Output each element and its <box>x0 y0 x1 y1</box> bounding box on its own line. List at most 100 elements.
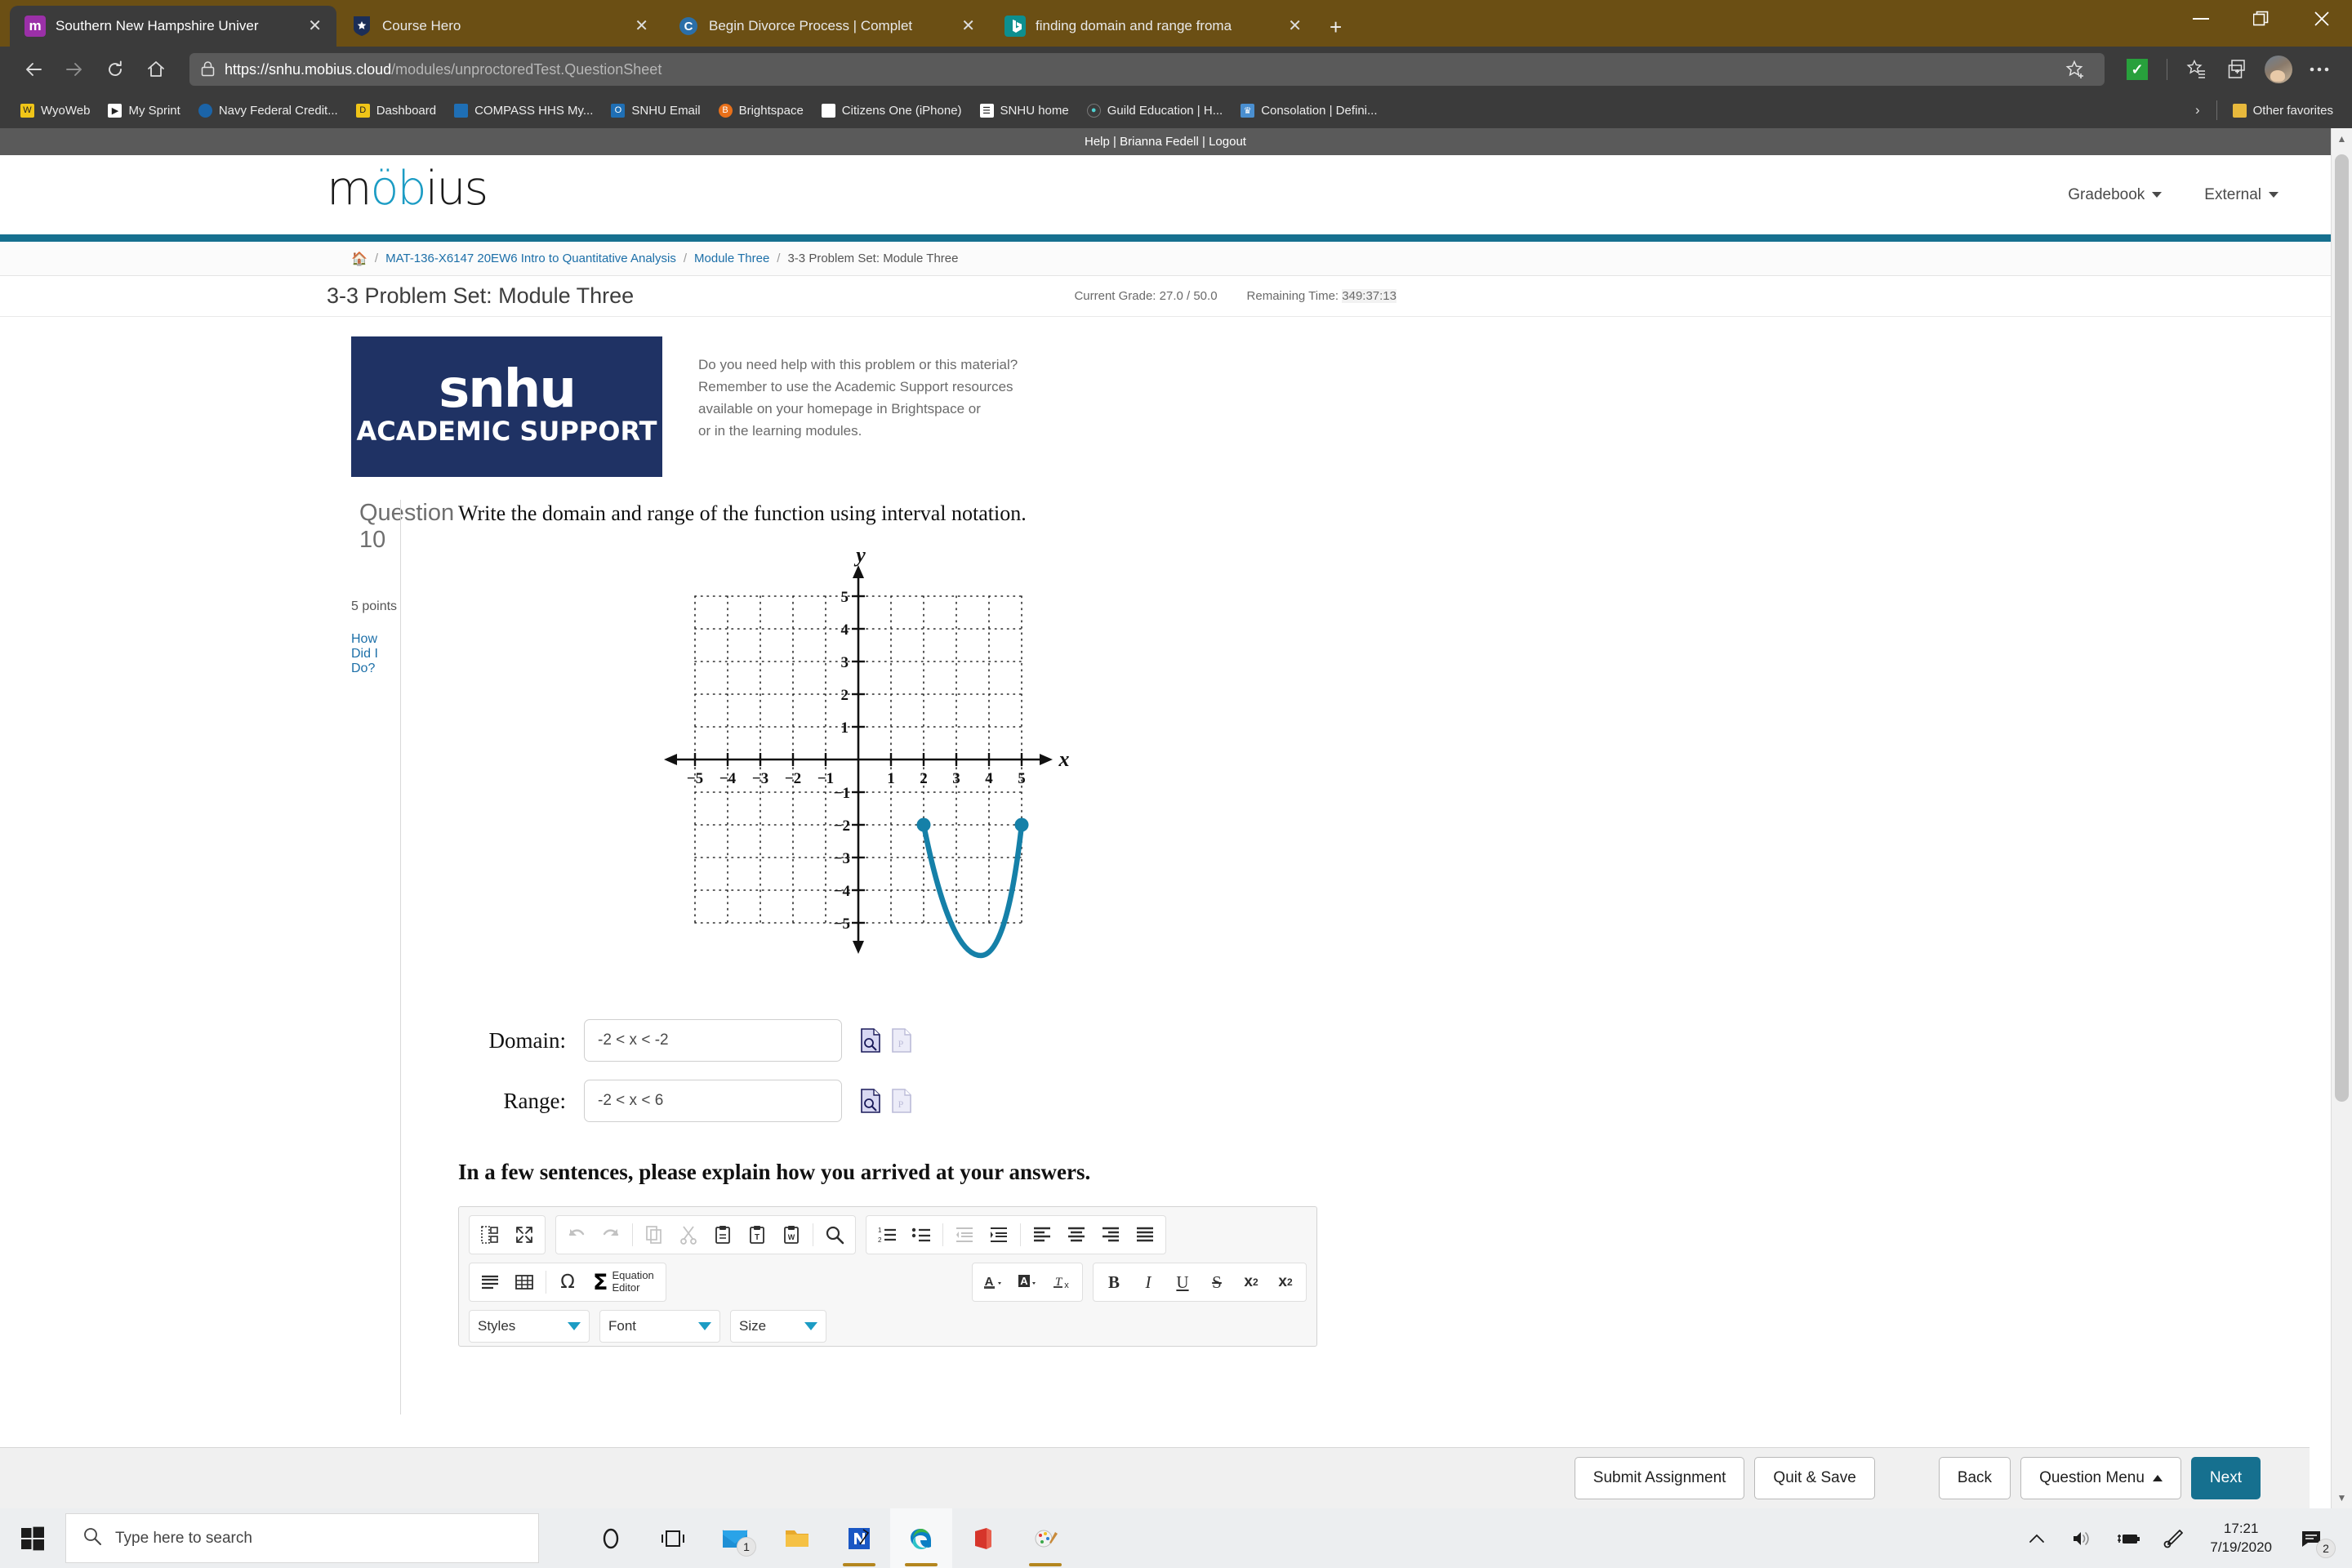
logout-link[interactable]: Logout <box>1209 135 1246 149</box>
add-favorite-icon[interactable] <box>2057 51 2093 87</box>
answer-page-icon[interactable]: P <box>891 1089 912 1113</box>
paste-as-text-button[interactable]: T <box>742 1219 773 1250</box>
bookmark-guild-education[interactable]: ● Guild Education | H... <box>1078 96 1232 124</box>
bookmark-my-sprint[interactable]: ▶ My Sprint <box>99 96 189 124</box>
strikethrough-button[interactable]: S <box>1201 1267 1232 1298</box>
browser-tab-1[interactable]: Course Hero ✕ <box>336 6 663 47</box>
maximize-button[interactable] <box>509 1219 540 1250</box>
mobius-logo[interactable]: möbius <box>327 162 488 216</box>
align-left-button[interactable] <box>1027 1219 1058 1250</box>
superscript-button[interactable]: x2 <box>1270 1267 1301 1298</box>
office-icon[interactable] <box>952 1508 1014 1568</box>
battery-charging-icon[interactable] <box>2105 1508 2151 1568</box>
bookmark-snhu-home[interactable]: ☰ SNHU home <box>971 96 1078 124</box>
preview-answer-icon[interactable] <box>860 1028 881 1053</box>
task-view-icon[interactable] <box>642 1508 704 1568</box>
volume-icon[interactable] <box>2060 1508 2105 1568</box>
breadcrumb-course-link[interactable]: MAT-136-X6147 20EW6 Intro to Quantitativ… <box>385 252 676 265</box>
bookmark-compass[interactable]: COMPASS HHS My... <box>445 96 602 124</box>
align-right-button[interactable] <box>1095 1219 1126 1250</box>
tab-close-icon[interactable]: ✕ <box>305 18 325 34</box>
bookmark-navy-federal[interactable]: Navy Federal Credit... <box>189 96 347 124</box>
question-number[interactable]: Question 10 <box>351 500 454 554</box>
paste-from-word-button[interactable]: W <box>776 1219 807 1250</box>
table-button[interactable] <box>509 1267 540 1298</box>
help-link[interactable]: Help <box>1085 135 1110 149</box>
submit-assignment-button[interactable]: Submit Assignment <box>1574 1457 1745 1499</box>
bookmark-dashboard[interactable]: D Dashboard <box>347 96 445 124</box>
styles-select[interactable]: Styles <box>469 1310 590 1343</box>
favorites-list-icon[interactable] <box>2179 51 2215 87</box>
minimize-icon[interactable] <box>2171 0 2231 37</box>
pen-workspace-icon[interactable] <box>2151 1508 2197 1568</box>
font-select[interactable]: Font <box>599 1310 720 1343</box>
size-select[interactable]: Size <box>730 1310 826 1343</box>
bookmark-consolation[interactable]: ♛ Consolation | Defini... <box>1232 96 1386 124</box>
windows-start-icon[interactable] <box>0 1508 65 1568</box>
new-tab-button[interactable]: + <box>1316 15 1355 47</box>
scrollbar-thumb[interactable] <box>2335 154 2349 1102</box>
gradebook-menu[interactable]: Gradebook <box>2068 186 2163 204</box>
question-menu-button[interactable]: Question Menu <box>2020 1457 2181 1499</box>
scroll-up-arrow[interactable]: ▲ <box>2332 128 2352 149</box>
home-icon[interactable] <box>137 51 175 88</box>
cortana-icon[interactable] <box>580 1508 642 1568</box>
answer-page-icon[interactable]: P <box>891 1028 912 1053</box>
mail-icon[interactable]: 1 <box>704 1508 766 1568</box>
align-center-button[interactable] <box>1061 1219 1092 1250</box>
chevron-right-icon[interactable]: › <box>2185 102 2210 118</box>
domain-input[interactable] <box>584 1019 842 1062</box>
text-color-button[interactable]: A <box>978 1267 1009 1298</box>
bookmark-citizens-one[interactable]: Citizens One (iPhone) <box>813 96 971 124</box>
how-did-i-do-link[interactable]: How Did I Do? <box>351 632 400 676</box>
tab-close-icon[interactable]: ✕ <box>958 18 978 34</box>
external-menu[interactable]: External <box>2204 186 2278 204</box>
find-button[interactable] <box>819 1219 850 1250</box>
show-hidden-icons-chevron[interactable] <box>2014 1508 2060 1568</box>
page-scrollbar[interactable]: ▲ ▼ <box>2331 128 2352 1508</box>
tab-close-icon[interactable]: ✕ <box>1285 18 1305 34</box>
undo-button[interactable] <box>561 1219 592 1250</box>
next-button[interactable]: Next <box>2190 1457 2261 1499</box>
bold-button[interactable]: B <box>1098 1267 1129 1298</box>
increase-indent-button[interactable] <box>983 1219 1014 1250</box>
restore-icon[interactable] <box>2231 0 2292 37</box>
source-button[interactable] <box>474 1219 506 1250</box>
italic-button[interactable]: I <box>1133 1267 1164 1298</box>
address-bar[interactable]: https://snhu.mobius.cloud/modules/unproc… <box>189 53 2105 86</box>
collections-icon[interactable] <box>2220 51 2256 87</box>
file-explorer-icon[interactable] <box>766 1508 828 1568</box>
cut-button[interactable] <box>673 1219 704 1250</box>
browser-tab-3[interactable]: finding domain and range froma ✕ <box>990 6 1316 47</box>
profile-avatar[interactable] <box>2261 51 2296 87</box>
preview-answer-icon[interactable] <box>860 1089 881 1113</box>
remove-format-button[interactable]: Tx <box>1046 1267 1077 1298</box>
underline-button[interactable]: U <box>1167 1267 1198 1298</box>
taskbar-clock[interactable]: 17:21 7/19/2020 <box>2197 1520 2285 1557</box>
bulleted-list-button[interactable] <box>906 1219 937 1250</box>
bookmark-snhu-email[interactable]: O SNHU Email <box>602 96 709 124</box>
back-button[interactable]: Back <box>1938 1457 2011 1499</box>
range-input[interactable] <box>584 1080 842 1122</box>
redo-button[interactable] <box>595 1219 626 1250</box>
onenote-icon[interactable] <box>828 1508 890 1568</box>
decrease-indent-button[interactable] <box>949 1219 980 1250</box>
bookmark-wyoweb[interactable]: W WyoWeb <box>11 96 99 124</box>
copy-button[interactable] <box>639 1219 670 1250</box>
quit-and-save-button[interactable]: Quit & Save <box>1754 1457 1875 1499</box>
back-arrow-icon[interactable] <box>15 51 52 88</box>
search-input[interactable]: Type here to search <box>65 1513 539 1563</box>
forward-arrow-icon[interactable] <box>56 51 93 88</box>
breadcrumb-module-link[interactable]: Module Three <box>694 252 769 265</box>
refresh-icon[interactable] <box>96 51 134 88</box>
close-icon[interactable] <box>2292 0 2352 37</box>
horizontal-line-button[interactable] <box>474 1267 506 1298</box>
scroll-down-arrow[interactable]: ▼ <box>2332 1487 2352 1508</box>
home-icon[interactable]: 🏠 <box>351 251 368 267</box>
action-center-icon[interactable]: 2 <box>2285 1508 2339 1568</box>
browser-tab-0[interactable]: m Southern New Hampshire Univer ✕ <box>10 6 336 47</box>
tab-close-icon[interactable]: ✕ <box>631 18 652 34</box>
edge-icon[interactable] <box>890 1508 952 1568</box>
special-character-button[interactable]: Ω <box>552 1267 583 1298</box>
more-options-icon[interactable] <box>2301 51 2337 87</box>
